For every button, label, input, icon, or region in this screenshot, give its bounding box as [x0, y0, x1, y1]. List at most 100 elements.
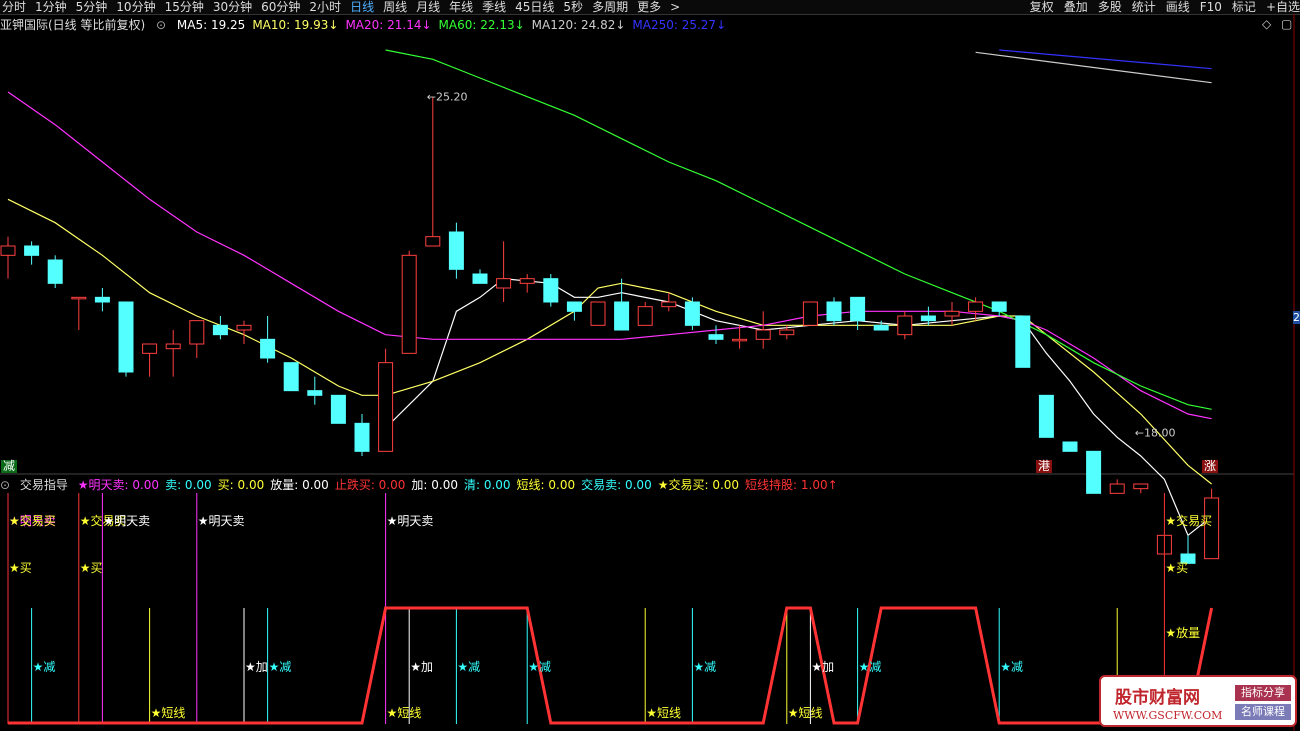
candle-body	[684, 301, 700, 326]
ma-legend-item: MA60: 22.13↓	[438, 18, 525, 32]
signal-label: ★买	[1165, 561, 1188, 575]
signal-label: ★买	[80, 561, 103, 575]
candle-body	[142, 343, 158, 354]
signal-label: ★短线	[646, 706, 681, 720]
candle-body	[590, 301, 606, 326]
reduce-tag: 减	[1, 459, 18, 473]
signal-panel: ★明天卖★交易买★买★减★交易买★明天卖★买★短线★明天卖★加 ★减★明天卖★短线…	[7, 493, 1214, 725]
indicator-legend-item: 卖: 0.00	[165, 478, 212, 492]
signal-label: ★短线	[788, 706, 823, 720]
indicator-legend-item: ★明天卖: 0.00	[77, 478, 160, 492]
candle-body	[1062, 441, 1078, 452]
candle-body	[566, 301, 582, 312]
signal-label: ★减	[1000, 660, 1023, 674]
indicator-legend-item: 加: 0.00	[411, 478, 458, 492]
settings-icon[interactable]: ◇	[1262, 17, 1271, 31]
indicator-legend: ⊙ 交易指导 ★明天卖: 0.00 卖: 0.00 买: 0.00 放量: 0.00 止…	[0, 476, 844, 492]
candle-body	[212, 324, 228, 336]
signal-label: ★加	[245, 660, 268, 674]
window-icon[interactable]: ▢	[1281, 17, 1292, 31]
signal-label: ★减	[33, 660, 56, 674]
signal-label: ★减	[528, 660, 551, 674]
ma-legend-item: MA20: 21.14↓	[345, 18, 432, 32]
candle-body	[260, 338, 276, 359]
candle-body	[732, 338, 748, 342]
candle-body	[189, 320, 205, 345]
candle-body	[283, 362, 299, 392]
ma-legend: 亚钾国际(日线 等比前复权) ⊙ MA5: 19.25 MA10: 19.93↓ M…	[0, 16, 733, 32]
indicator-legend-item: 买: 0.00	[217, 478, 265, 492]
watermark-badge-share: 指标分享	[1235, 685, 1291, 701]
candle-body	[614, 301, 630, 331]
candle-body	[802, 301, 818, 326]
signal-label: ★减	[269, 660, 292, 674]
candle-body	[897, 315, 913, 336]
signal-label: ★明天卖	[198, 514, 245, 528]
candle-body	[519, 278, 535, 284]
right-edge-label: 2	[1293, 311, 1300, 324]
indicator-collapse-icon[interactable]: ⊙	[0, 478, 10, 492]
indicator-legend-item: 交易卖: 0.00	[581, 478, 652, 492]
indicator-legend-item: 短线持股: 1.00↑	[745, 478, 838, 492]
candle-body	[637, 306, 653, 326]
candle-body	[472, 273, 488, 284]
candle-body	[1038, 394, 1054, 438]
signal-label: ★短线	[151, 706, 186, 720]
indicator-title[interactable]: 交易指导	[20, 478, 68, 492]
candle-body	[236, 324, 252, 331]
signal-label: ★减	[859, 660, 882, 674]
indicator-legend-item: 止跌买: 0.00	[334, 478, 406, 492]
price-annotation: ←25.20	[427, 91, 468, 104]
candle-body	[94, 296, 110, 303]
signal-label: ★减	[457, 660, 480, 674]
signal-label: ★加	[410, 660, 433, 674]
indicator-legend-item: 放量: 0.00	[270, 478, 329, 492]
candle-body	[47, 259, 63, 284]
stock-title[interactable]: 亚钾国际(日线 等比前复权)	[0, 18, 145, 32]
candle-body	[779, 329, 795, 336]
candle-body	[401, 254, 417, 354]
ma-line-ma60	[385, 49, 1212, 410]
ma-legend-item: MA120: 24.82↓	[531, 18, 626, 32]
candle-body	[24, 245, 40, 256]
indicator-legend-item: 短线: 0.00	[516, 478, 576, 492]
candle-body	[118, 301, 134, 373]
candle-body	[661, 301, 677, 308]
candle-body	[755, 329, 771, 340]
signal-label: ★短线	[387, 706, 422, 720]
candle-body	[543, 278, 559, 303]
signal-label: ★明天卖	[103, 514, 150, 528]
candle-body	[354, 422, 370, 452]
ma-line-ma5	[385, 278, 1212, 537]
moving-averages	[7, 49, 1212, 537]
candle-body	[378, 362, 394, 452]
watermark-title: 股市财富网	[1115, 688, 1200, 708]
candle-body	[496, 278, 512, 289]
watermark-badge-course: 名师课程	[1235, 704, 1291, 720]
ma-legend-item: MA250: 25.27↓	[632, 18, 727, 32]
candle-body	[1204, 497, 1220, 560]
signal-label: ★减	[693, 660, 716, 674]
candle-body	[708, 334, 724, 340]
collapse-icon[interactable]: ⊙	[156, 18, 166, 32]
ma-legend-item: MA10: 19.93↓	[252, 18, 339, 32]
candle-body	[1086, 450, 1102, 494]
candle-body	[1133, 483, 1149, 490]
ma-line-ma10	[7, 198, 1212, 485]
indicator-legend-item: ★交易买: 0.00	[657, 478, 740, 492]
signal-label: ★买	[9, 561, 32, 575]
watermark-url: WWW.GSCFW.COM	[1113, 709, 1223, 722]
price-annotations: ←25.20 ←18.00	[427, 91, 1176, 440]
indicator-legend-item: 清: 0.00	[463, 478, 511, 492]
candle-body	[850, 296, 866, 322]
candle-body	[71, 296, 87, 300]
signal-label: ★放量	[1165, 625, 1200, 640]
candle-body	[873, 324, 889, 331]
candle-body	[991, 301, 1007, 312]
watermark-logo: 股市财富网 WWW.GSCFW.COM 指标分享 名师课程	[1099, 675, 1297, 727]
candle-body	[826, 301, 842, 322]
candle-body	[968, 301, 984, 312]
chart-canvas: ←25.20 ←18.00 ★明天卖 ★交易买 ★买 ★减 ★交易买 ★明天卖 ★买 ★短线 ★明…	[0, 14, 1295, 731]
short-hold-line	[8, 606, 1214, 725]
signal-label: ★交易买	[9, 513, 56, 528]
